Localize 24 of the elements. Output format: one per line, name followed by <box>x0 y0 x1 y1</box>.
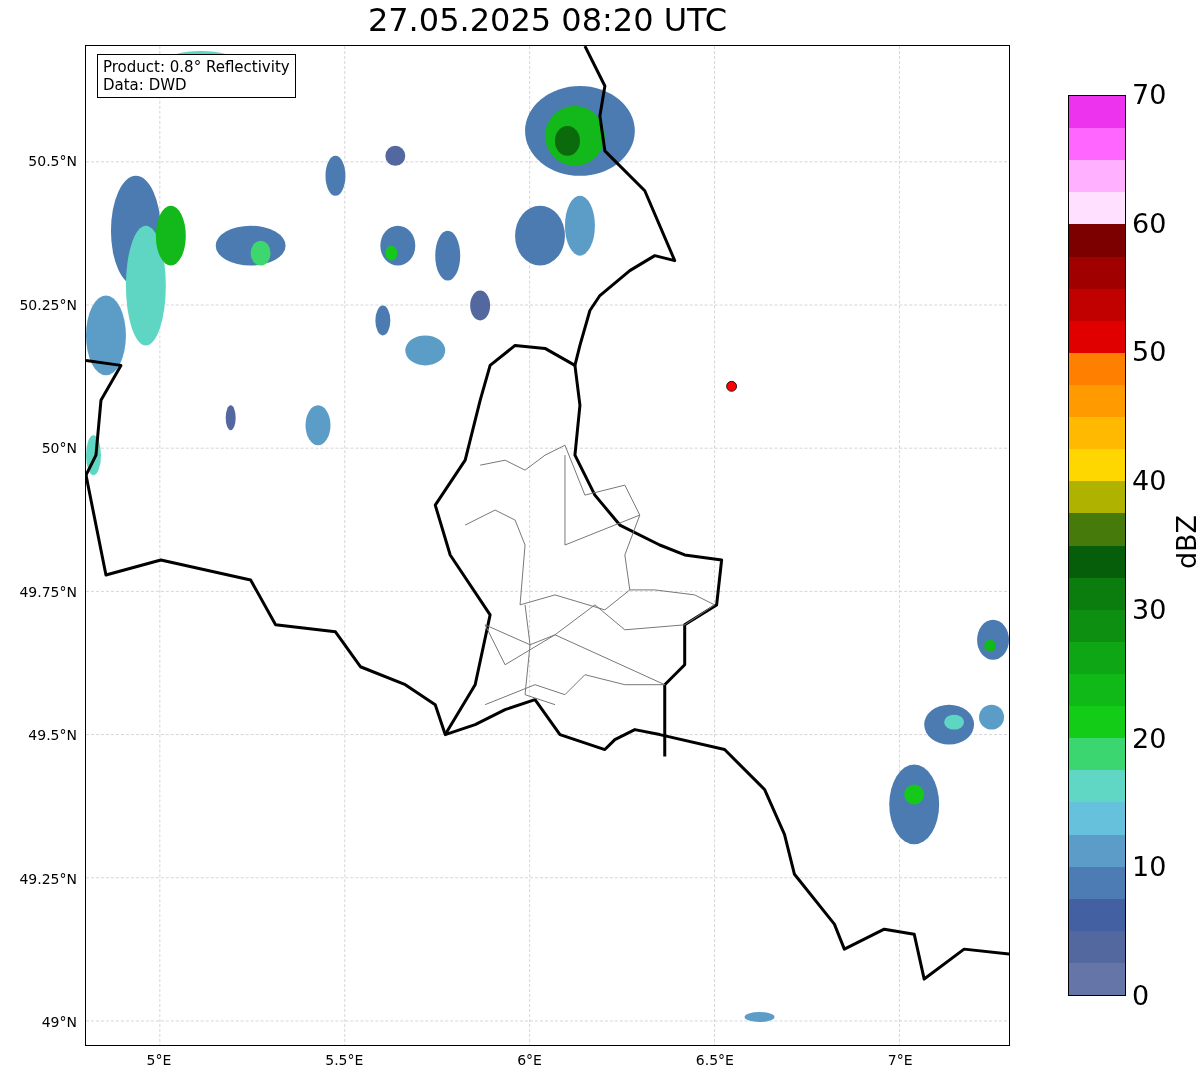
colorbar-tick-label: 10 <box>1132 852 1167 883</box>
axis-tick-label: 50.25°N <box>19 296 77 313</box>
axis-tick-label: 6.5°E <box>695 1052 734 1068</box>
colorbar-tick-label: 30 <box>1132 594 1167 625</box>
axis-tick-label: 5.5°E <box>325 1052 364 1068</box>
axis-tick-label: 7°E <box>887 1052 913 1068</box>
axis-tick-label: 50.5°N <box>28 153 77 169</box>
axis-tick-label: 49.25°N <box>19 870 77 887</box>
axis-tick-label: 49°N <box>41 1014 77 1030</box>
colorbar-tick-label: 0 <box>1132 981 1150 1011</box>
chart-title: 27.05.2025 08:20 UTC <box>366 0 729 41</box>
axis-tick-label: 49.5°N <box>28 727 77 743</box>
colorbar-tick-label: 50 <box>1132 337 1167 368</box>
annotation-text: Data: DWD <box>103 76 188 94</box>
colorbar-tick-label: 70 <box>1132 80 1167 110</box>
colorbar-label: dBZ <box>1172 514 1202 570</box>
colorbar-tick-label: 60 <box>1132 208 1167 239</box>
axis-tick-label: 49.75°N <box>19 583 77 600</box>
annotation-text: Product: 0.8° Reflectivity <box>103 58 290 76</box>
axis-tick-label: 6°E <box>517 1052 542 1068</box>
axis-tick-label: 50°N <box>41 440 77 456</box>
axis-tick-label: 5°E <box>146 1052 172 1068</box>
colorbar-tick-label: 40 <box>1132 466 1167 497</box>
colorbar-tick-label: 20 <box>1132 723 1167 754</box>
